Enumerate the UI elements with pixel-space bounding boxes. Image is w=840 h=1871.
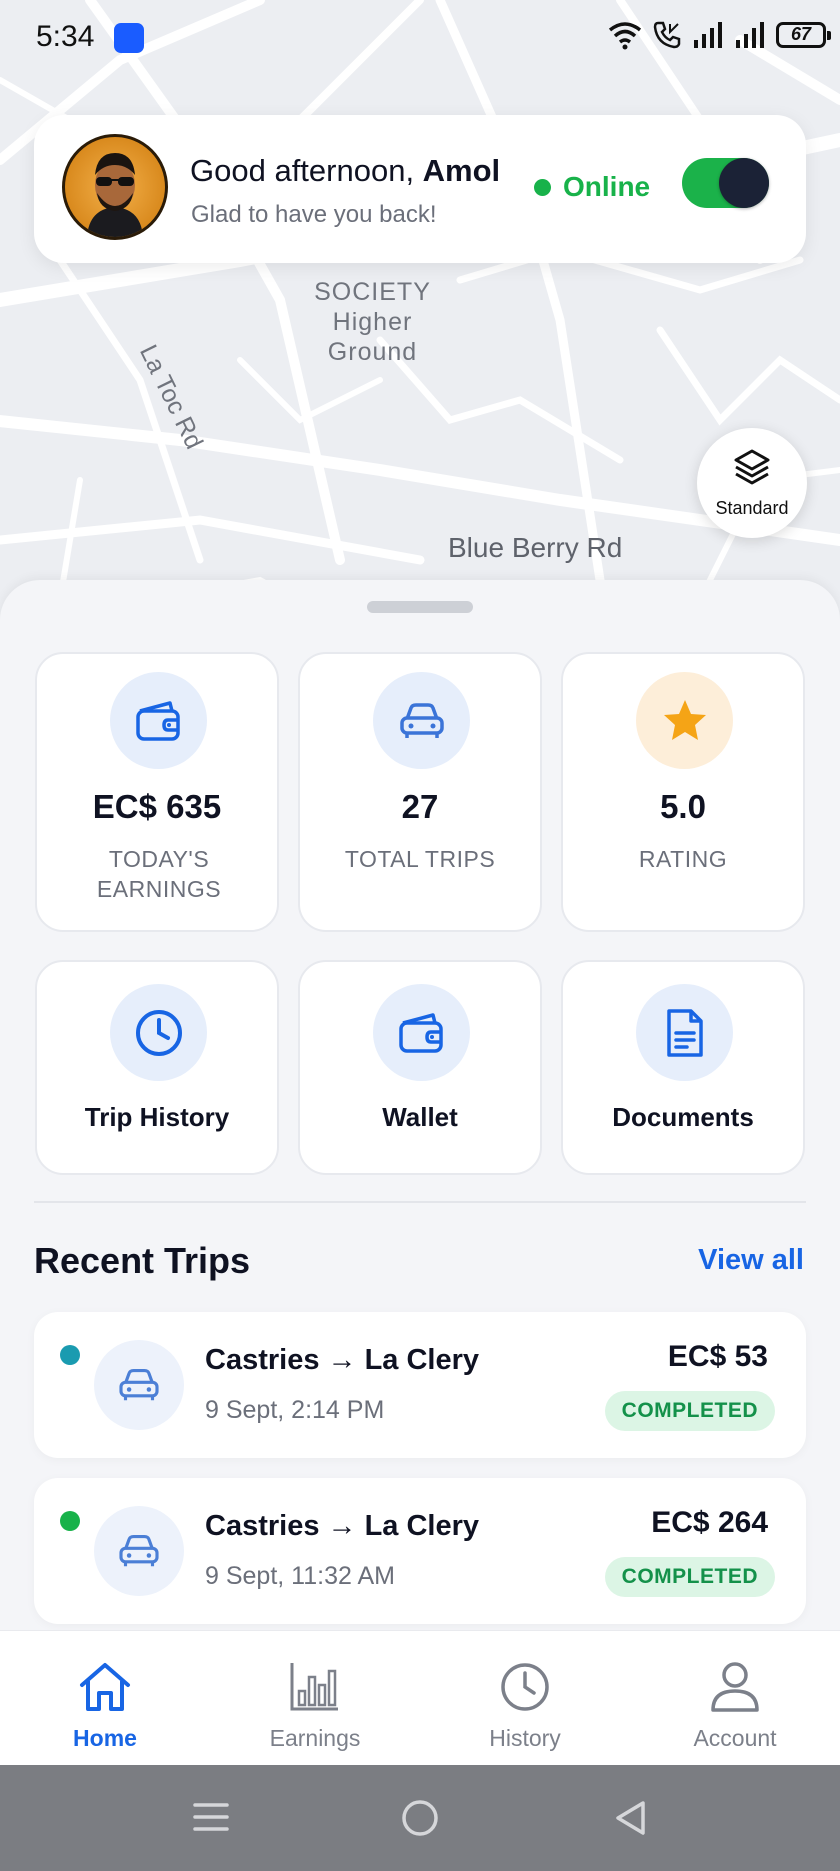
car-icon	[373, 672, 470, 769]
wifi-icon	[608, 22, 642, 50]
home-icon	[80, 1663, 130, 1711]
action-label: Documents	[612, 1102, 754, 1132]
map-label-society: SOCIETY Higher Ground	[314, 278, 431, 366]
trip-history-button[interactable]: Trip History	[35, 960, 279, 1175]
wallet-icon	[373, 984, 470, 1081]
greeting-card: Good afternoon, Amol Glad to have you ba…	[34, 115, 806, 263]
divider	[34, 1201, 806, 1203]
trip-status-dot-icon	[60, 1345, 80, 1365]
signal-icon	[736, 22, 764, 48]
status-bar: 5:34 67	[0, 0, 840, 78]
trip-time: 9 Sept, 2:14 PM	[205, 1396, 385, 1424]
wallet-button[interactable]: Wallet	[298, 960, 542, 1175]
stat-label: TOTAL TRIPS	[344, 846, 496, 872]
sheet-drag-handle[interactable]	[367, 601, 473, 613]
stat-value: 5.0	[660, 788, 706, 825]
stat-card-trips[interactable]: 27 TOTAL TRIPS	[298, 652, 542, 932]
bar-chart-icon	[290, 1663, 338, 1711]
system-navigation-bar	[0, 1765, 840, 1871]
map-style-label: Standard	[715, 498, 789, 518]
nav-label: History	[489, 1725, 561, 1751]
stat-label: RATING	[638, 846, 728, 872]
stat-card-earnings[interactable]: EC$ 635 TODAY'S EARNINGS	[35, 652, 279, 932]
driver-name: Amol	[422, 153, 501, 188]
car-icon	[94, 1506, 184, 1596]
map-view[interactable]: SOCIETY Higher Ground La Toc Rd Blue Ber…	[0, 0, 840, 620]
trip-amount: EC$ 264	[651, 1506, 768, 1539]
map-label-road: Blue Berry Rd	[448, 532, 623, 563]
documents-button[interactable]: Documents	[561, 960, 805, 1175]
wallet-icon	[110, 672, 207, 769]
status-time: 5:34	[36, 20, 95, 53]
trip-list-item[interactable]: Castries → La Clery 9 Sept, 11:32 AM EC$…	[34, 1478, 806, 1624]
map-style-button[interactable]: Standard	[697, 428, 807, 538]
signal-icon	[694, 22, 722, 48]
trip-amount: EC$ 53	[667, 1340, 768, 1373]
stat-label: TODAY'S EARNINGS	[96, 846, 222, 902]
clock-icon	[501, 1663, 549, 1711]
action-label: Trip History	[84, 1102, 230, 1132]
dashboard-sheet: EC$ 635 TODAY'S EARNINGS 27 TOTAL TRIPS …	[0, 580, 840, 1630]
action-label: Wallet	[382, 1102, 458, 1132]
stat-value: EC$ 635	[92, 788, 222, 825]
recent-trips-title: Recent Trips	[34, 1240, 251, 1281]
nav-item-home[interactable]: Home	[0, 1631, 210, 1766]
online-toggle[interactable]	[682, 158, 769, 208]
car-icon	[94, 1340, 184, 1430]
battery-icon: 67	[776, 22, 831, 48]
view-all-link[interactable]: View all	[698, 1244, 804, 1277]
nav-item-earnings[interactable]: Earnings	[210, 1631, 420, 1766]
nav-item-history[interactable]: History	[420, 1631, 630, 1766]
greeting-subtitle: Glad to have you back!	[191, 201, 437, 228]
phone-call-icon	[653, 21, 681, 49]
avatar[interactable]	[62, 134, 168, 240]
star-icon	[636, 672, 733, 769]
online-dot-icon	[534, 178, 551, 196]
trip-route: Castries → La Clery	[205, 1344, 480, 1376]
greeting-text: Good afternoon, Amol	[190, 153, 500, 189]
trip-status-dot-icon	[60, 1511, 80, 1531]
driver-photo	[87, 153, 143, 237]
stat-card-rating[interactable]: 5.0 RATING	[561, 652, 805, 932]
trip-route: Castries → La Clery	[205, 1510, 480, 1542]
bottom-nav: Home Earnings History Account	[0, 1630, 840, 1765]
layers-icon	[734, 449, 770, 485]
status-badge: COMPLETED	[604, 1391, 775, 1431]
nav-label: Account	[693, 1725, 777, 1751]
document-icon	[636, 984, 733, 1081]
status-badge: COMPLETED	[604, 1557, 775, 1597]
toggle-knob	[719, 158, 769, 208]
home-circle-icon[interactable]	[401, 1799, 439, 1837]
stat-value: 27	[401, 788, 439, 825]
nav-item-account[interactable]: Account	[630, 1631, 840, 1766]
nav-label: Home	[73, 1725, 137, 1751]
back-icon[interactable]	[612, 1799, 648, 1837]
greeting-salutation: Good afternoon,	[190, 153, 423, 188]
app-notification-icon	[114, 23, 144, 53]
trip-list-item[interactable]: Castries → La Clery 9 Sept, 2:14 PM EC$ …	[34, 1312, 806, 1458]
recents-icon[interactable]	[192, 1799, 230, 1835]
clock-icon	[110, 984, 207, 1081]
nav-label: Earnings	[269, 1725, 361, 1751]
trip-time: 9 Sept, 11:32 AM	[205, 1562, 395, 1590]
user-icon	[711, 1662, 759, 1712]
battery-level: 67	[790, 24, 812, 44]
online-status-label: Online	[563, 171, 651, 202]
online-status: Online	[534, 171, 650, 203]
